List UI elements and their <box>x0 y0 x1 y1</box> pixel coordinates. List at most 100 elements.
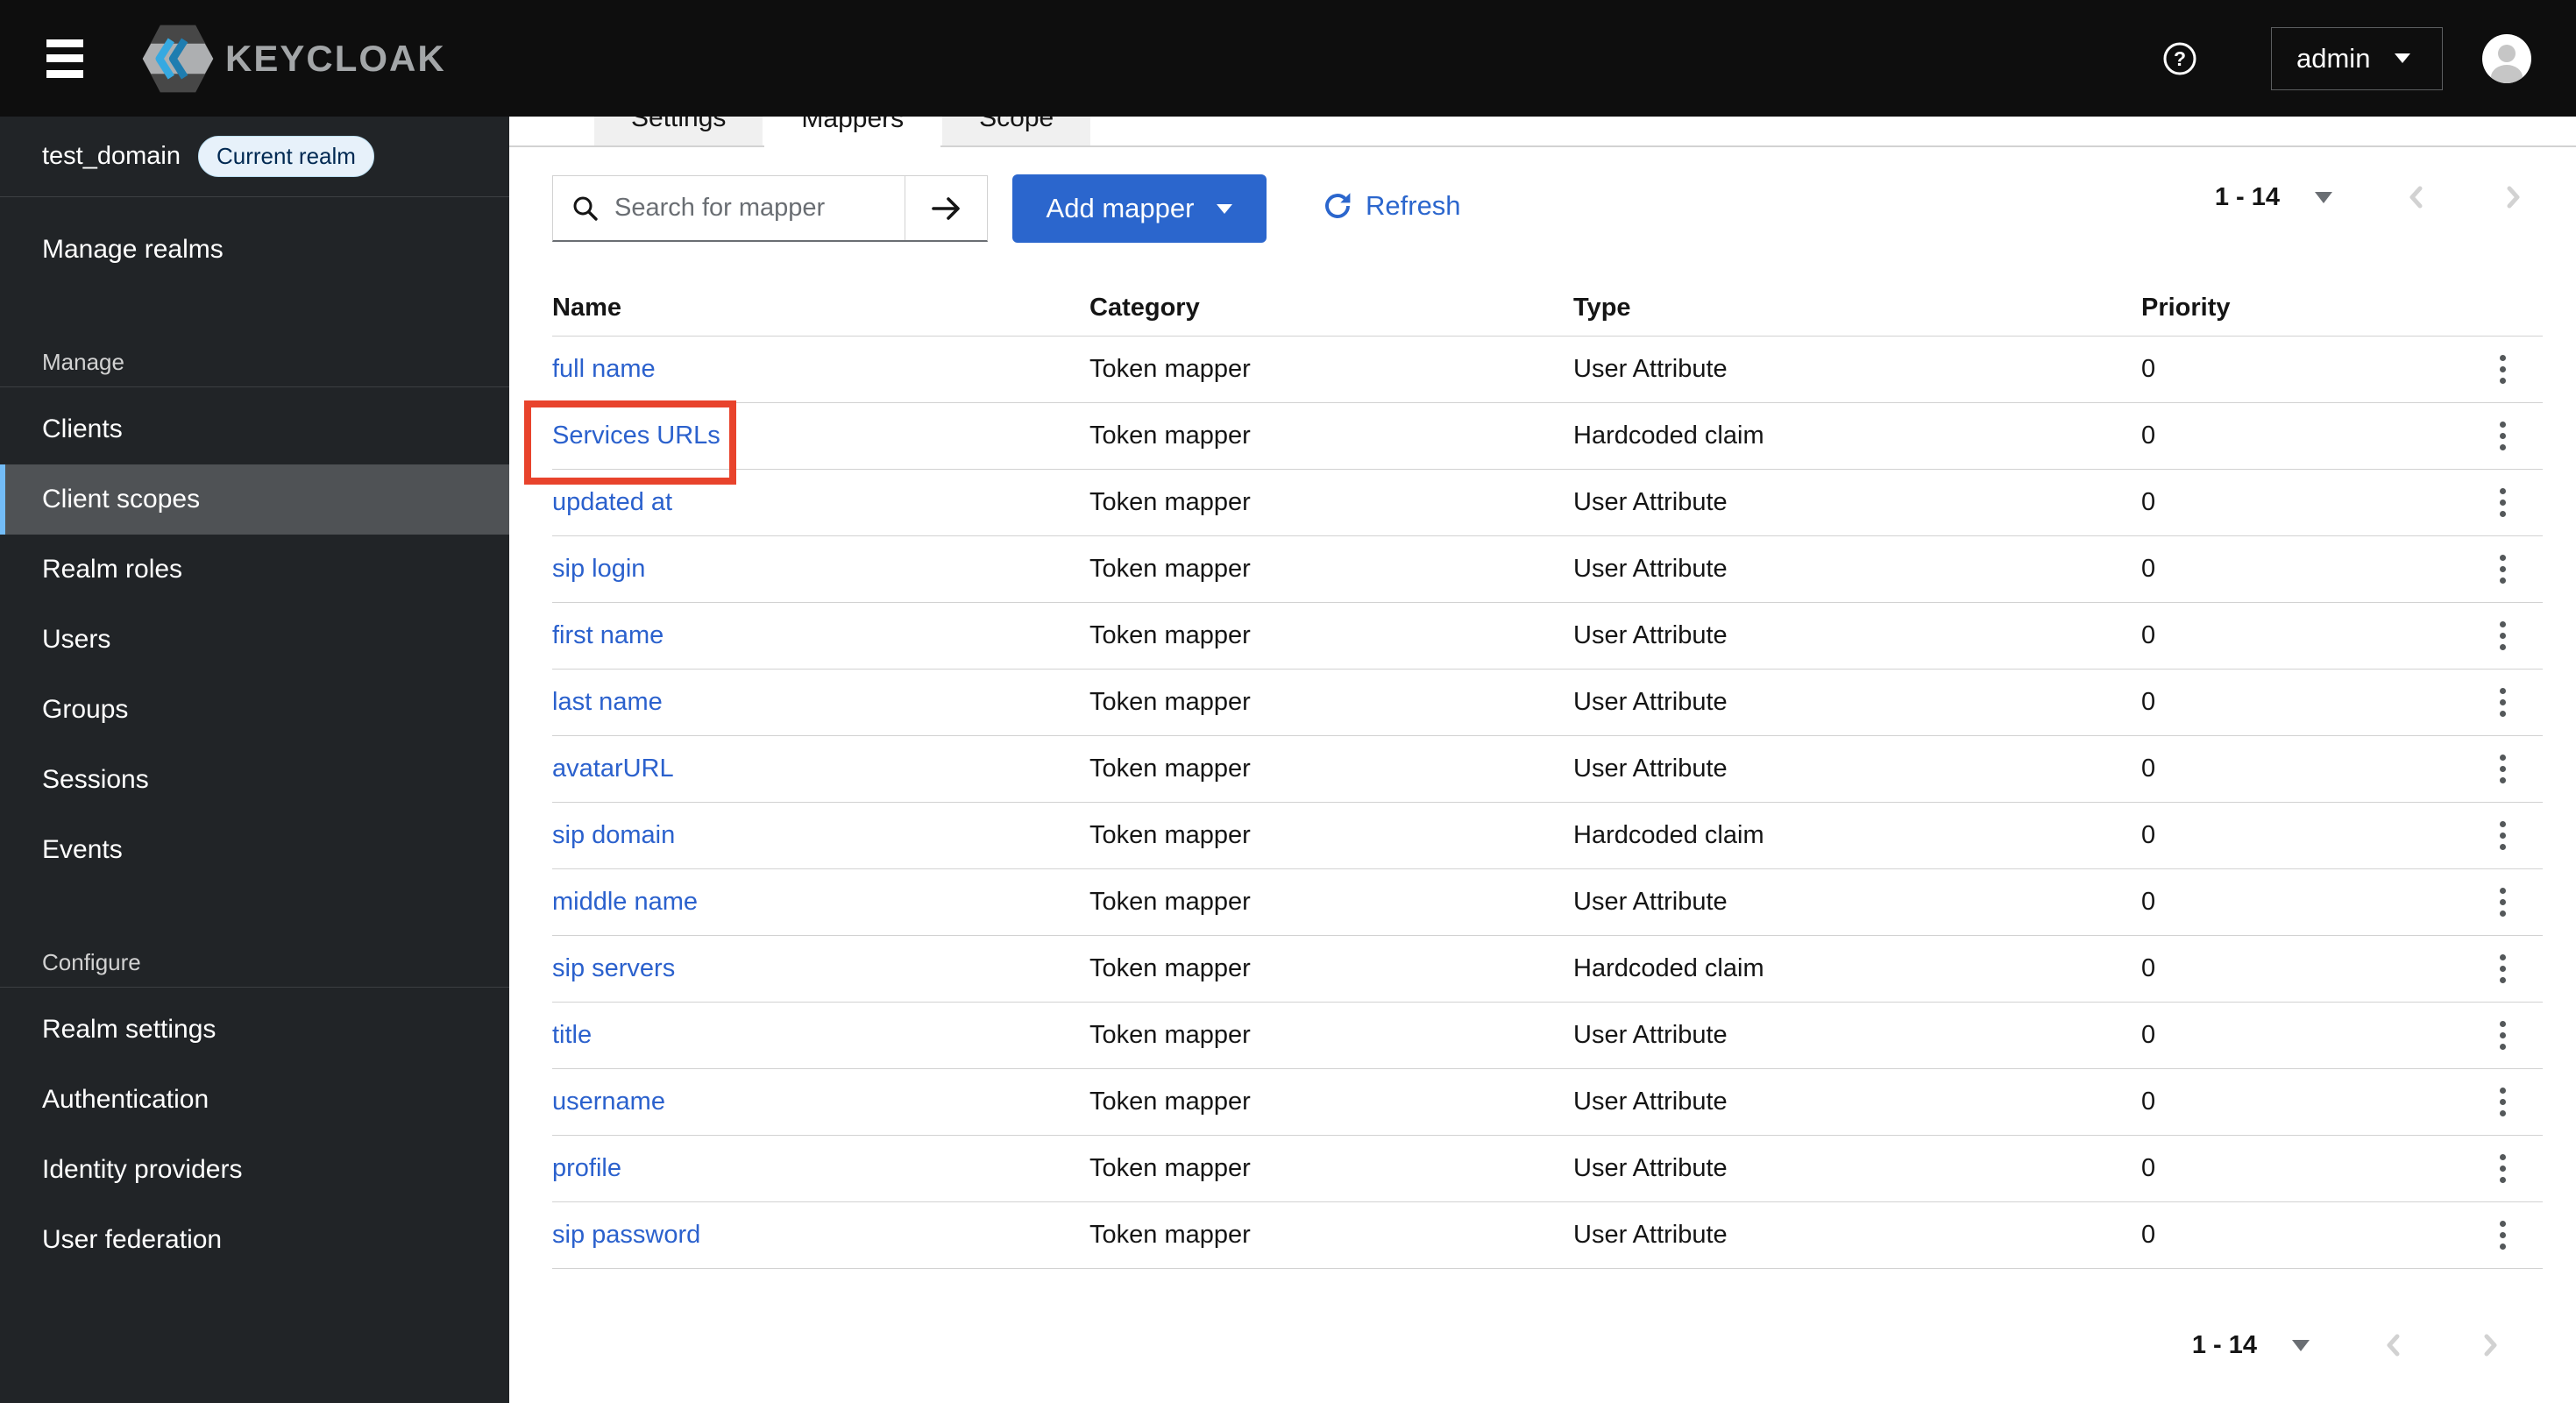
user-avatar-icon[interactable] <box>2481 33 2532 84</box>
sidebar-item-users[interactable]: Users <box>0 605 509 675</box>
table-row: full name Token mapper User Attribute 0 <box>552 337 2543 403</box>
chevron-right-icon[interactable] <box>2501 181 2525 213</box>
table-header-row: Name Category Type Priority <box>552 280 2543 337</box>
keycloak-logo-icon <box>136 17 220 101</box>
mapper-link[interactable]: sip password <box>552 1221 700 1249</box>
cell-priority: 0 <box>2141 954 2156 982</box>
kebab-menu-icon[interactable] <box>2491 613 2515 659</box>
cell-category: Token mapper <box>1089 422 1251 450</box>
cell-priority: 0 <box>2141 1088 2156 1116</box>
cell-category: Token mapper <box>1089 1221 1251 1249</box>
arrow-right-icon <box>929 195 964 223</box>
sidebar-item-manage-realms[interactable]: Manage realms <box>0 215 509 285</box>
hamburger-menu-icon[interactable] <box>46 39 83 78</box>
mapper-link[interactable]: updated at <box>552 488 672 516</box>
table-row: last name Token mapper User Attribute 0 <box>552 670 2543 736</box>
mapper-link[interactable]: title <box>552 1021 592 1049</box>
sidebar-item-user-federation[interactable]: User federation <box>0 1205 509 1275</box>
kebab-menu-icon[interactable] <box>2491 1145 2515 1192</box>
mapper-link[interactable]: full name <box>552 355 656 383</box>
mapper-link[interactable]: first name <box>552 621 664 649</box>
mapper-link[interactable]: last name <box>552 688 663 716</box>
add-mapper-button[interactable]: Add mapper <box>1012 174 1267 243</box>
chevron-right-icon[interactable] <box>2478 1329 2502 1361</box>
kebab-menu-icon[interactable] <box>2491 1212 2515 1258</box>
mapper-link[interactable]: sip login <box>552 555 645 583</box>
help-icon[interactable]: ? <box>2157 36 2203 81</box>
nav-section-header-configure: Configure <box>42 948 141 975</box>
cell-priority: 0 <box>2141 488 2156 516</box>
pagination-caret-icon[interactable] <box>2315 191 2332 203</box>
mapper-link[interactable]: sip servers <box>552 954 675 982</box>
search-submit-button[interactable] <box>905 176 987 240</box>
cell-priority: 0 <box>2141 555 2156 583</box>
cell-category: Token mapper <box>1089 1088 1251 1116</box>
table-row: profile Token mapper User Attribute 0 <box>552 1136 2543 1202</box>
cell-priority: 0 <box>2141 1021 2156 1049</box>
cell-category: Token mapper <box>1089 621 1251 649</box>
sidebar-item-authentication[interactable]: Authentication <box>0 1065 509 1135</box>
search-field[interactable] <box>553 176 905 240</box>
chevron-left-icon[interactable] <box>2381 1329 2406 1361</box>
table-row: title Token mapper User Attribute 0 <box>552 1003 2543 1069</box>
nav-list-manage: Clients Client scopes Realm roles Users … <box>0 387 509 885</box>
table-row: first name Token mapper User Attribute 0 <box>552 603 2543 670</box>
caret-down-icon <box>2395 53 2411 63</box>
realm-name: test_domain <box>42 142 181 170</box>
cell-priority: 0 <box>2141 355 2156 383</box>
cell-category: Token mapper <box>1089 1154 1251 1182</box>
mapper-link[interactable]: profile <box>552 1154 621 1182</box>
table-row: sip servers Token mapper Hardcoded claim… <box>552 936 2543 1003</box>
caret-down-icon <box>1217 203 1233 214</box>
refresh-button[interactable]: Refresh <box>1322 190 1461 222</box>
cell-category: Token mapper <box>1089 1021 1251 1049</box>
cell-priority: 0 <box>2141 888 2156 916</box>
column-header-name: Name <box>552 293 621 322</box>
mappers-table: Name Category Type Priority full name To… <box>524 280 2543 1269</box>
search-icon <box>571 194 600 223</box>
column-header-priority: Priority <box>2141 293 2231 322</box>
pagination-caret-icon[interactable] <box>2292 1339 2310 1351</box>
sidebar-item-sessions[interactable]: Sessions <box>0 745 509 815</box>
kebab-menu-icon[interactable] <box>2491 1012 2515 1059</box>
mapper-link[interactable]: Services URLs <box>552 422 720 450</box>
cell-type: User Attribute <box>1573 488 1728 516</box>
mapper-link[interactable]: avatarURL <box>552 755 674 783</box>
sidebar-item-groups[interactable]: Groups <box>0 675 509 745</box>
pagination-bottom: 1 - 14 <box>2192 1329 2502 1361</box>
kebab-menu-icon[interactable] <box>2491 679 2515 726</box>
cell-category: Token mapper <box>1089 821 1251 849</box>
kebab-menu-icon[interactable] <box>2491 946 2515 992</box>
cell-type: User Attribute <box>1573 1088 1728 1116</box>
sidebar-item-clients[interactable]: Clients <box>0 394 509 464</box>
column-header-type: Type <box>1573 293 1631 322</box>
sync-icon <box>1322 190 1353 222</box>
cell-category: Token mapper <box>1089 888 1251 916</box>
kebab-menu-icon[interactable] <box>2491 346 2515 393</box>
mapper-link[interactable]: sip domain <box>552 821 675 849</box>
sidebar-item-client-scopes[interactable]: Client scopes <box>0 464 509 535</box>
user-menu-dropdown[interactable]: admin <box>2271 26 2443 90</box>
kebab-menu-icon[interactable] <box>2491 479 2515 526</box>
realm-selector[interactable]: test_domain Current realm <box>0 117 509 197</box>
nav-list-configure: Realm settings Authentication Identity p… <box>0 988 509 1275</box>
sidebar-item-events[interactable]: Events <box>0 815 509 885</box>
mapper-link[interactable]: username <box>552 1088 665 1116</box>
cell-type: User Attribute <box>1573 755 1728 783</box>
chevron-left-icon[interactable] <box>2404 181 2429 213</box>
kebab-menu-icon[interactable] <box>2491 546 2515 592</box>
kebab-menu-icon[interactable] <box>2491 879 2515 925</box>
kebab-menu-icon[interactable] <box>2491 746 2515 792</box>
sidebar-item-realm-roles[interactable]: Realm roles <box>0 535 509 605</box>
sidebar-item-identity-providers[interactable]: Identity providers <box>0 1135 509 1205</box>
search-input[interactable] <box>614 194 905 223</box>
table-row: sip password Token mapper User Attribute… <box>552 1202 2543 1269</box>
cell-type: User Attribute <box>1573 1221 1728 1249</box>
kebab-menu-icon[interactable] <box>2491 1079 2515 1125</box>
kebab-menu-icon[interactable] <box>2491 812 2515 859</box>
sidebar-item-realm-settings[interactable]: Realm settings <box>0 995 509 1065</box>
mapper-link[interactable]: middle name <box>552 888 698 916</box>
cell-type: Hardcoded claim <box>1573 954 1764 982</box>
cell-type: User Attribute <box>1573 555 1728 583</box>
kebab-menu-icon[interactable] <box>2491 413 2515 459</box>
